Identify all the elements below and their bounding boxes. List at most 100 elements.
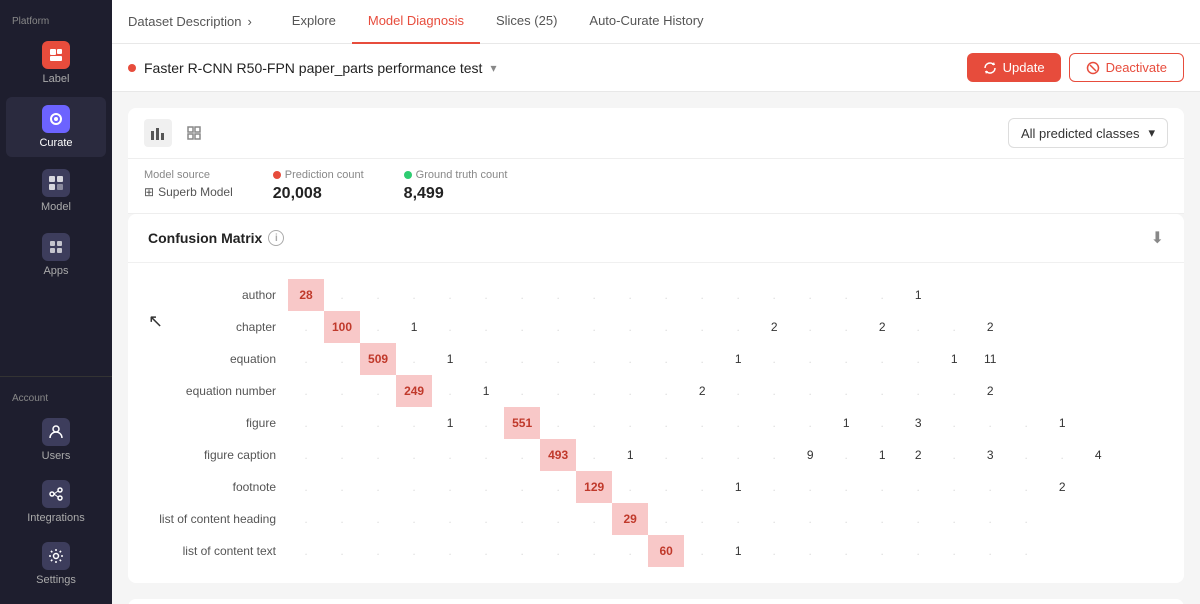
nav-slices[interactable]: Slices (25): [480, 0, 573, 44]
matrix-cell: .: [288, 439, 324, 471]
matrix-cell: .: [720, 279, 756, 311]
matrix-cell: .: [288, 407, 324, 439]
nav-auto-curate[interactable]: Auto-Curate History: [573, 0, 719, 44]
matrix-cell: .: [288, 503, 324, 535]
matrix-cell: .: [864, 503, 900, 535]
matrix-cell: .: [432, 279, 468, 311]
matrix-cell: .: [828, 535, 864, 567]
matrix-cell: .: [1044, 439, 1080, 471]
matrix-cell: .: [504, 471, 540, 503]
matrix-cell: .: [792, 535, 828, 567]
matrix-cell: .: [360, 311, 396, 343]
sidebar-item-label[interactable]: Label: [6, 33, 106, 93]
matrix-cell: .: [756, 343, 792, 375]
matrix-cell: .: [576, 407, 612, 439]
matrix-cell: .: [396, 439, 432, 471]
matrix-cell: 1: [396, 311, 432, 343]
sidebar-apps-text: Apps: [43, 265, 68, 277]
matrix-row-label: figure caption: [148, 439, 288, 471]
update-button[interactable]: Update: [967, 53, 1061, 82]
matrix-cell: 1: [612, 439, 648, 471]
confusion-matrix-download-button[interactable]: ⬇: [1151, 228, 1164, 248]
chevron-down-icon[interactable]: ▾: [490, 61, 496, 75]
matrix-cell: .: [936, 503, 972, 535]
matrix-cell: .: [360, 471, 396, 503]
matrix-cell: .: [936, 535, 972, 567]
ground-truth-item: Ground truth count 8,499: [404, 169, 508, 203]
matrix-container: ↖ author28................1chapter.100.1…: [128, 263, 1184, 583]
model-info-bar: Model source ⊞ Superb Model Prediction c…: [128, 159, 1184, 214]
matrix-cell: 3: [972, 439, 1008, 471]
matrix-cell: .: [360, 279, 396, 311]
matrix-cell: .: [684, 407, 720, 439]
class-dropdown[interactable]: All predicted classes ▾: [1008, 118, 1168, 148]
nav-model-diagnosis[interactable]: Model Diagnosis: [352, 0, 480, 44]
table-row: equation..509.1.......1.....111: [148, 343, 1116, 375]
matrix-cell: .: [504, 535, 540, 567]
matrix-cell: 29: [612, 503, 648, 535]
matrix-cell: .: [684, 503, 720, 535]
matrix-cell: .: [396, 343, 432, 375]
sidebar-item-curate[interactable]: Curate: [6, 97, 106, 157]
deactivate-label: Deactivate: [1106, 60, 1167, 75]
table-row: list of content heading.........29......…: [148, 503, 1116, 535]
sidebar-item-integrations[interactable]: Integrations: [6, 472, 106, 532]
confusion-matrix-info-icon[interactable]: i: [268, 230, 284, 246]
sidebar-curate-text: Curate: [39, 137, 72, 149]
matrix-cell: .: [504, 439, 540, 471]
matrix-cell: .: [612, 535, 648, 567]
matrix-cell: .: [900, 343, 936, 375]
matrix-cell: .: [540, 535, 576, 567]
matrix-cell: .: [720, 311, 756, 343]
grid-icon[interactable]: [180, 119, 208, 147]
matrix-cell: .: [324, 407, 360, 439]
matrix-cell: .: [792, 471, 828, 503]
update-label: Update: [1003, 60, 1045, 75]
matrix-cell: .: [936, 375, 972, 407]
bar-chart-icon[interactable]: [144, 119, 172, 147]
matrix-cell: .: [576, 375, 612, 407]
matrix-cell: .: [468, 311, 504, 343]
sidebar-item-users[interactable]: Users: [6, 410, 106, 470]
matrix-cell: 1: [720, 343, 756, 375]
sidebar: Platform Label Curate Model Apps Account: [0, 0, 112, 604]
matrix-cell: .: [576, 439, 612, 471]
nav-explore[interactable]: Explore: [276, 0, 352, 44]
matrix-cell: 9: [792, 439, 828, 471]
matrix-cell: .: [1008, 535, 1044, 567]
matrix-cell: .: [288, 535, 324, 567]
matrix-cell: .: [288, 343, 324, 375]
red-dot: [273, 171, 281, 179]
sidebar-item-apps[interactable]: Apps: [6, 225, 106, 285]
matrix-cell: 1: [432, 407, 468, 439]
matrix-row-label: equation number: [148, 375, 288, 407]
matrix-cell: 1: [864, 439, 900, 471]
matrix-cell: 1: [828, 407, 864, 439]
matrix-cell: .: [936, 311, 972, 343]
matrix-cell: .: [828, 503, 864, 535]
matrix-cell: 2: [972, 375, 1008, 407]
matrix-cell: .: [540, 279, 576, 311]
matrix-cell: 551: [504, 407, 540, 439]
matrix-cell: .: [900, 311, 936, 343]
table-row: figure....1.551........1.3...1: [148, 407, 1116, 439]
matrix-cell: .: [540, 503, 576, 535]
deactivate-button[interactable]: Deactivate: [1069, 53, 1184, 82]
matrix-cell: .: [900, 535, 936, 567]
sidebar-item-model[interactable]: Model: [6, 161, 106, 221]
sidebar-item-settings[interactable]: Settings: [6, 534, 106, 594]
matrix-cell: 1: [900, 279, 936, 311]
account-label: Account: [0, 385, 112, 408]
breadcrumb-text[interactable]: Dataset Description: [128, 14, 241, 29]
matrix-cell: .: [720, 439, 756, 471]
matrix-cell: .: [396, 279, 432, 311]
matrix-cell: .: [828, 311, 864, 343]
matrix-cell: 2: [756, 311, 792, 343]
matrix-cell: .: [324, 535, 360, 567]
ground-truth-label: Ground truth count: [404, 169, 508, 181]
matrix-cell: .: [648, 471, 684, 503]
model-performance-section: Model Performance by Class i ⬇: [128, 599, 1184, 604]
matrix-cell: .: [756, 439, 792, 471]
matrix-cell: .: [720, 503, 756, 535]
matrix-cell: .: [504, 311, 540, 343]
